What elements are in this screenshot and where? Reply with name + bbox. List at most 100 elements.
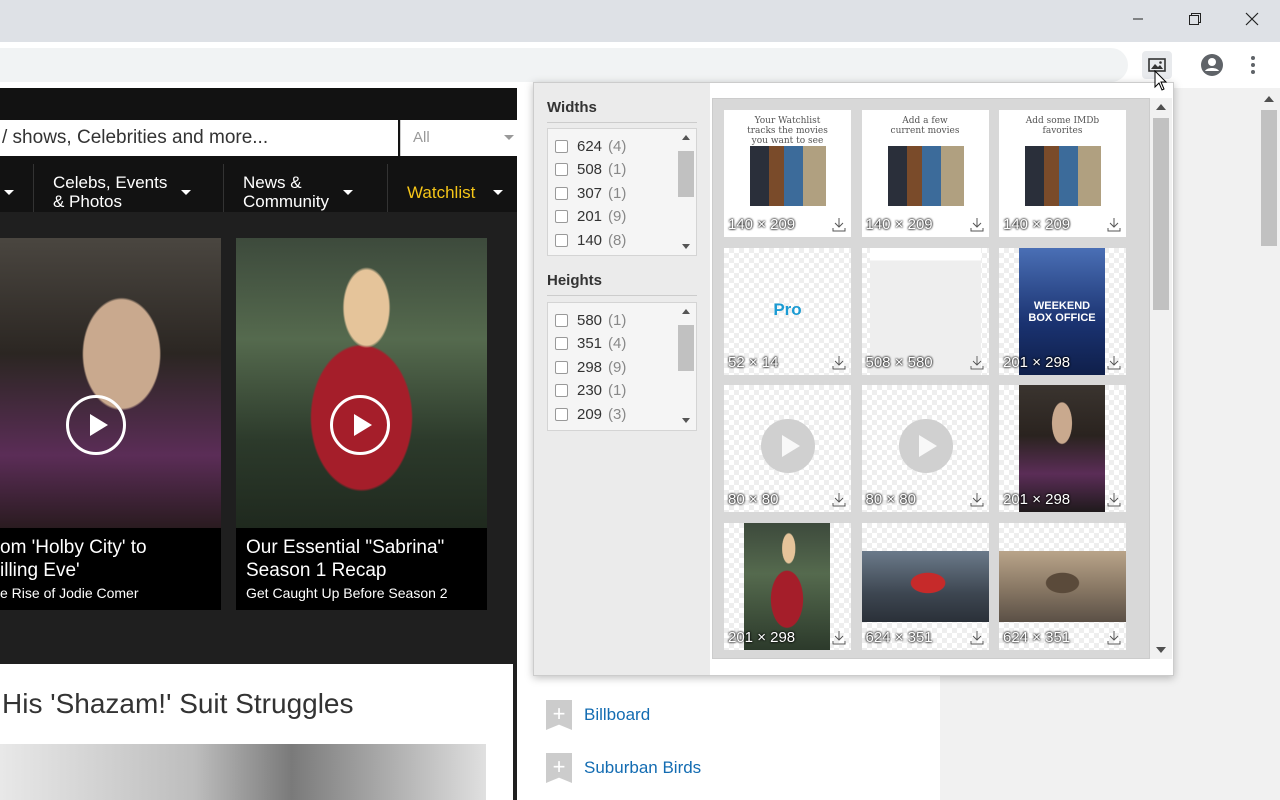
filter-value: 230 — [577, 382, 603, 399]
widths-heading: Widths — [547, 99, 697, 123]
image-thumbnail[interactable]: WEEKEND BOX OFFICE 201 × 298 — [999, 247, 1126, 375]
height-filter-option[interactable]: 209 (3) — [555, 404, 626, 424]
scroll-down-icon[interactable] — [1156, 647, 1166, 653]
download-icon[interactable] — [1106, 217, 1122, 233]
checkbox[interactable] — [555, 360, 568, 374]
scroll-down-icon[interactable] — [682, 418, 690, 423]
width-filter-option[interactable]: 624 (4) — [555, 136, 626, 156]
height-filter-option[interactable]: 351 (4) — [555, 334, 626, 354]
address-bar[interactable] — [0, 48, 1128, 82]
scroll-up-icon[interactable] — [682, 309, 690, 314]
checkbox[interactable] — [555, 313, 568, 327]
height-filter-option[interactable]: 230 (1) — [555, 381, 626, 401]
image-thumbnail[interactable]: 80 × 80 — [724, 385, 851, 512]
download-icon[interactable] — [969, 217, 985, 233]
restore-button[interactable] — [1166, 0, 1223, 38]
sidebar-link-suburban-birds[interactable]: + Suburban Birds — [546, 753, 701, 783]
height-filter-option[interactable]: 298 (9) — [555, 357, 626, 377]
sidebar-link-label[interactable]: Billboard — [584, 705, 650, 725]
width-filter-option[interactable]: 508 (1) — [555, 160, 626, 180]
checkbox[interactable] — [555, 337, 568, 350]
minimize-button[interactable] — [1109, 0, 1166, 38]
image-thumbnail[interactable]: 508 × 580 — [861, 247, 989, 375]
filter-count: (1) — [608, 161, 627, 178]
width-filter-option[interactable]: 201 (9) — [555, 207, 626, 227]
download-icon[interactable] — [969, 355, 985, 371]
image-thumbnail[interactable]: Add some IMDb favorites 140 × 209 — [999, 110, 1126, 237]
add-icon[interactable]: + — [546, 700, 572, 730]
download-icon[interactable] — [831, 217, 847, 233]
checkbox[interactable] — [555, 139, 568, 153]
image-dimensions: 201 × 298 — [1003, 353, 1071, 371]
browser-menu-button[interactable] — [1244, 53, 1262, 77]
image-dimensions: 201 × 298 — [1003, 491, 1071, 508]
image-thumbnail[interactable]: 624 × 351 — [999, 522, 1126, 650]
image-thumbnail[interactable]: Pro 52 × 14 — [724, 247, 851, 375]
height-filter-option[interactable]: 580 (1) — [555, 310, 626, 330]
search-input[interactable]: / shows, Celebrities and more... — [0, 120, 398, 156]
download-icon[interactable] — [1106, 630, 1122, 646]
add-icon[interactable]: + — [546, 753, 572, 783]
article-title[interactable]: His 'Shazam!' Suit Struggles — [2, 688, 354, 720]
scroll-up-icon[interactable] — [1264, 96, 1274, 102]
download-icon[interactable] — [1106, 492, 1122, 508]
filter-count: (4) — [608, 137, 627, 155]
download-icon[interactable] — [969, 492, 985, 508]
download-icon[interactable] — [831, 630, 847, 646]
filter-scrollbar[interactable] — [678, 307, 694, 425]
download-icon[interactable] — [1106, 355, 1122, 371]
image-thumbnail[interactable]: Add a few current movies 140 × 209 — [861, 110, 989, 237]
image-grid-scrollbar[interactable] — [1150, 98, 1172, 659]
image-thumbnail[interactable]: 80 × 80 — [861, 385, 989, 512]
article-image[interactable] — [0, 744, 486, 800]
play-icon[interactable] — [66, 395, 126, 455]
checkbox[interactable] — [555, 186, 568, 200]
image-thumbnail[interactable]: Your Watchlist tracks the movies you wan… — [724, 110, 851, 237]
download-icon[interactable] — [831, 355, 847, 371]
width-filter-option[interactable]: 140 (8) — [555, 230, 626, 250]
checkbox[interactable] — [555, 407, 568, 421]
sidebar-link-billboard[interactable]: + Billboard — [546, 700, 650, 730]
download-icon[interactable] — [831, 492, 847, 508]
search-category-label: All — [413, 129, 430, 146]
play-icon[interactable] — [330, 395, 390, 455]
thumbnail-image — [999, 550, 1126, 622]
image-thumbnail[interactable]: 201 × 298 — [724, 522, 851, 650]
play-icon — [761, 419, 815, 473]
widths-filter-list[interactable]: 624 (4) 508 (1) 307 (1) 201 (9) 140 (8) — [547, 128, 697, 256]
thumbnail-caption: Add a few current movies — [890, 116, 960, 136]
image-thumbnail[interactable]: 201 × 298 — [999, 385, 1126, 512]
checkbox[interactable] — [555, 233, 568, 247]
width-filter-option[interactable]: 307 (1) — [555, 183, 626, 203]
scroll-up-icon[interactable] — [1156, 104, 1166, 110]
checkbox[interactable] — [555, 384, 568, 397]
filter-scrollbar[interactable] — [678, 133, 694, 251]
sidebar-link-label[interactable]: Suburban Birds — [584, 758, 701, 778]
scrollbar-thumb[interactable] — [678, 151, 694, 197]
heights-heading: Heights — [547, 272, 697, 296]
image-thumbnail[interactable]: 624 × 351 — [861, 522, 989, 650]
image-dimensions: 508 × 580 — [865, 353, 933, 371]
download-icon[interactable] — [969, 630, 985, 646]
filter-count: (9) — [608, 208, 627, 225]
page-scrollbar[interactable] — [1258, 88, 1280, 800]
search-category-select[interactable]: All — [400, 120, 524, 156]
video-thumbnail — [0, 238, 221, 528]
video-card[interactable]: Our Essential "Sabrina" Season 1 Recap G… — [236, 238, 487, 610]
heights-filter-list[interactable]: 580 (1) 351 (4) 298 (9) 230 (1) 209 (3) — [547, 302, 697, 431]
close-window-button[interactable] — [1223, 0, 1280, 38]
poster-art — [887, 146, 964, 206]
scrollbar-thumb[interactable] — [1153, 118, 1169, 310]
checkbox[interactable] — [555, 210, 568, 223]
profile-button[interactable] — [1200, 53, 1224, 77]
filter-value: 580 — [577, 311, 603, 329]
scroll-up-icon[interactable] — [682, 135, 690, 140]
scrollbar-thumb[interactable] — [678, 325, 694, 371]
scroll-down-icon[interactable] — [682, 244, 690, 249]
checkbox[interactable] — [555, 163, 568, 176]
scrollbar-thumb[interactable] — [1261, 110, 1277, 246]
chevron-down-icon — [342, 189, 353, 195]
imdb-top-bar — [0, 88, 533, 96]
video-card[interactable]: om 'Holby City' to illing Eve' e Rise of… — [0, 238, 221, 610]
filter-value: 140 — [577, 231, 603, 249]
